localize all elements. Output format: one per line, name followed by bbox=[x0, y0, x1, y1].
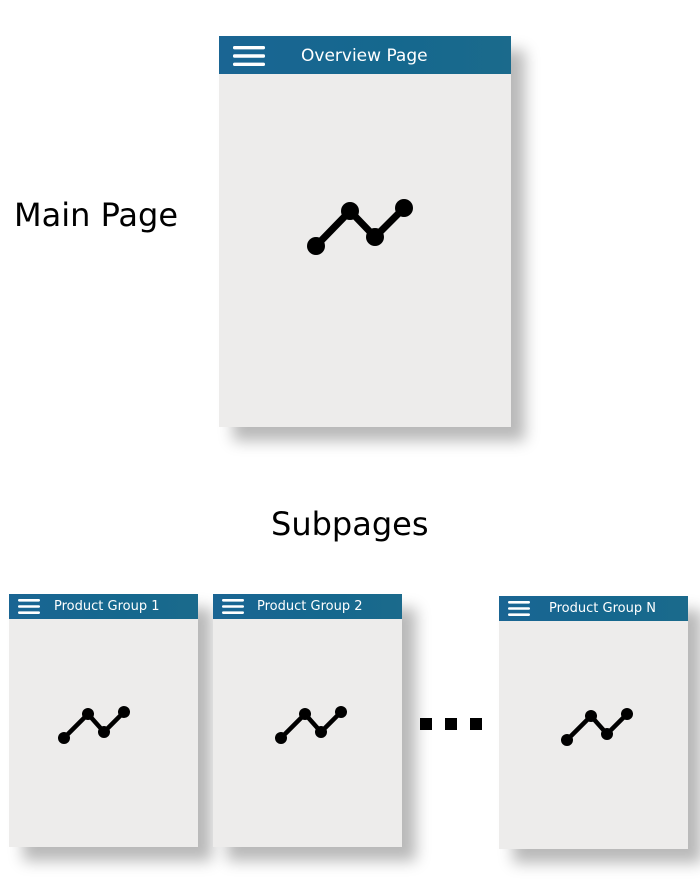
line-chart-icon bbox=[58, 706, 130, 744]
subpage-title: Product Group 2 bbox=[257, 599, 363, 614]
subpages-label: Subpages bbox=[271, 505, 429, 543]
subpage-header: Product Group 2 bbox=[213, 594, 402, 619]
subpage-header: Product Group 1 bbox=[9, 594, 198, 619]
hamburger-menu-icon[interactable] bbox=[18, 599, 40, 614]
more-subpages-ellipsis-icon bbox=[420, 718, 482, 730]
line-chart-icon bbox=[275, 706, 347, 744]
subpage-mockup-n: Product Group N bbox=[499, 596, 688, 849]
hamburger-menu-icon[interactable] bbox=[233, 46, 265, 66]
main-page-label: Main Page bbox=[14, 196, 179, 234]
hamburger-menu-icon[interactable] bbox=[222, 599, 244, 614]
line-chart-icon bbox=[307, 199, 413, 255]
overview-page-header: Overview Page bbox=[219, 36, 511, 74]
line-chart-icon bbox=[561, 708, 633, 746]
subpage-mockup-2: Product Group 2 bbox=[213, 594, 402, 847]
overview-page-title: Overview Page bbox=[301, 46, 428, 66]
subpage-mockup-1: Product Group 1 bbox=[9, 594, 198, 847]
subpage-header: Product Group N bbox=[499, 596, 688, 621]
hamburger-menu-icon[interactable] bbox=[508, 601, 530, 616]
overview-page-mockup: Overview Page bbox=[219, 36, 511, 427]
subpage-title: Product Group N bbox=[549, 601, 656, 616]
subpage-title: Product Group 1 bbox=[54, 599, 160, 614]
